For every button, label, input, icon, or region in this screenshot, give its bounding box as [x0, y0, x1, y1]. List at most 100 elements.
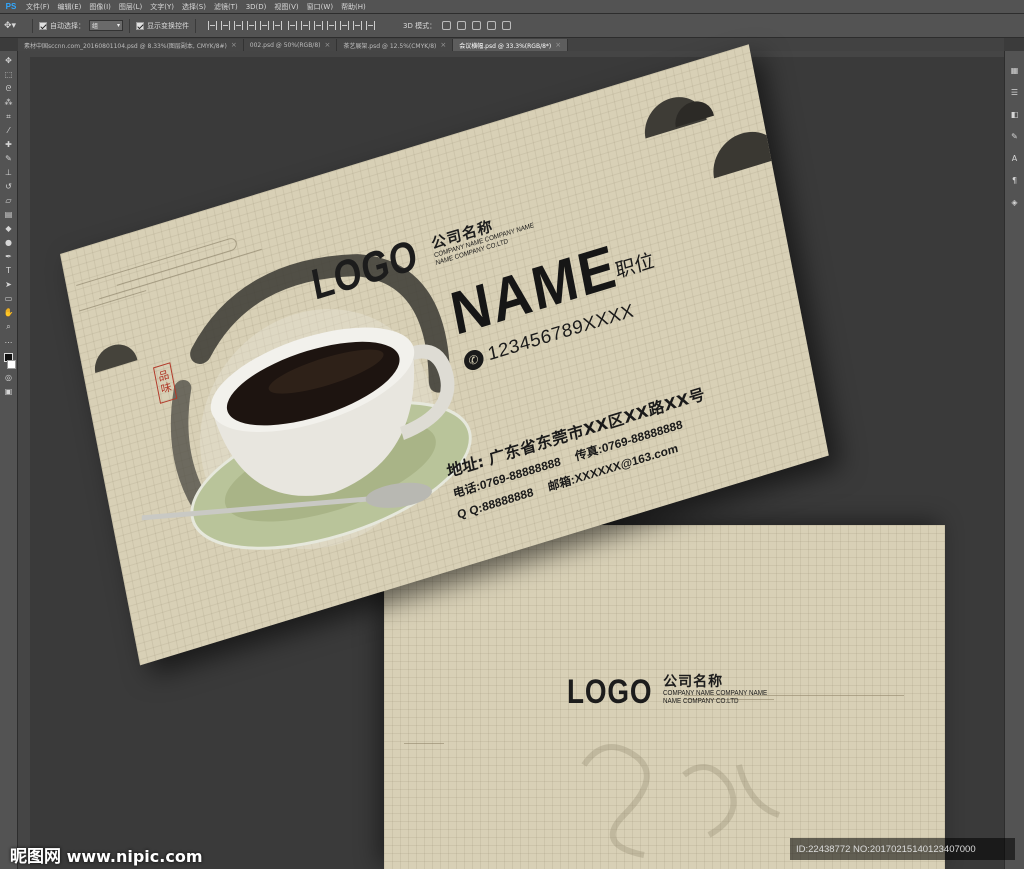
document-tab[interactable]: 素材中国sccnn.com_20160801104.psd @ 8.33%(图层…	[18, 39, 244, 51]
auto-select-dropdown[interactable]: 组 ▾	[89, 20, 123, 31]
company-info: 公司名称 COMPANY NAME COMPANY NAME NAME COMP…	[663, 674, 779, 707]
move-tool-icon[interactable]: ✥▾	[4, 21, 26, 31]
quick-mask-icon[interactable]: ◎	[3, 372, 14, 383]
distribute-top-icon[interactable]	[288, 21, 297, 30]
crop-tool-icon[interactable]: ⌗	[3, 111, 14, 122]
zoom-tool-icon[interactable]: ⌕	[3, 321, 14, 332]
show-transform-checkbox[interactable]	[136, 21, 144, 30]
auto-align-icon[interactable]	[366, 21, 375, 30]
hand-tool-icon[interactable]: ✋	[3, 307, 14, 318]
distribute-bottom-icon[interactable]	[314, 21, 323, 30]
3d-slide-icon[interactable]	[487, 21, 497, 30]
auto-select-label: 自动选择：	[50, 21, 85, 30]
close-icon[interactable]: ×	[440, 41, 446, 49]
image-id-label: ID:22438772 NO:20170215140123407000	[790, 838, 1015, 860]
distribute-hcenter-icon[interactable]	[340, 21, 349, 30]
decorative-line	[404, 743, 444, 744]
align-right-icon[interactable]	[273, 21, 282, 30]
align-left-icon[interactable]	[247, 21, 256, 30]
eyedropper-tool-icon[interactable]: ⁄	[3, 125, 14, 136]
auto-select-checkbox[interactable]	[39, 21, 47, 30]
marquee-tool-icon[interactable]: ⬚	[3, 69, 14, 80]
lasso-tool-icon[interactable]: ᘓ	[3, 83, 14, 94]
company-name-en-2: NAME COMPANY CO.LTD	[663, 698, 739, 706]
shape-tool-icon[interactable]: ▭	[3, 293, 14, 304]
options-bar: ✥▾ 自动选择： 组 ▾ 显示变换控件 3D 模式：	[0, 14, 1024, 38]
company-name-cn: 公司名称	[663, 674, 724, 690]
business-card-back: LOGO 公司名称 COMPANY NAME COMPANY NAME NAME…	[384, 525, 945, 869]
history-brush-tool-icon[interactable]: ↺	[3, 181, 14, 192]
close-icon[interactable]: ×	[555, 41, 561, 49]
screen-mode-icon[interactable]: ▣	[3, 386, 14, 397]
collapsed-panels: ▦ ☰ ◧ ✎ A ¶ ◈	[1004, 51, 1024, 869]
vertical-ruler	[18, 57, 30, 869]
menu-file[interactable]: 文件(F)	[22, 2, 54, 12]
align-top-icon[interactable]	[208, 21, 217, 30]
brush-panel-icon[interactable]: ✎	[1009, 131, 1020, 142]
3d-rotate-icon[interactable]	[442, 21, 452, 30]
menu-select[interactable]: 选择(S)	[178, 2, 210, 12]
adjustments-panel-icon[interactable]: ◧	[1009, 109, 1020, 120]
photoshop-app-icon[interactable]: PS	[0, 0, 22, 14]
distribute-vcenter-icon[interactable]	[301, 21, 310, 30]
close-icon[interactable]: ×	[231, 41, 237, 49]
distribute-left-icon[interactable]	[327, 21, 336, 30]
pen-tool-icon[interactable]: ✒	[3, 251, 14, 262]
menu-window[interactable]: 窗口(W)	[303, 2, 337, 12]
menu-layer[interactable]: 图层(L)	[115, 2, 146, 12]
chevron-down-icon: ▾	[116, 22, 120, 29]
photoshop-window: PS 文件(F) 编辑(E) 图像(I) 图层(L) 文字(Y) 选择(S) 滤…	[0, 0, 1024, 869]
menu-filter[interactable]: 滤镜(T)	[210, 2, 242, 12]
type-tool-icon[interactable]: T	[3, 265, 14, 276]
divider	[195, 18, 196, 33]
menu-help[interactable]: 帮助(H)	[337, 2, 370, 12]
menu-3d[interactable]: 3D(D)	[242, 3, 271, 11]
menu-edit[interactable]: 编辑(E)	[54, 2, 86, 12]
tab-label: 素材中国sccnn.com_20160801104.psd @ 8.33%(图层…	[24, 42, 227, 50]
document-tab[interactable]: 002.psd @ 50%(RGB/8) ×	[243, 39, 338, 51]
divider	[129, 18, 130, 33]
eraser-tool-icon[interactable]: ▱	[3, 195, 14, 206]
properties-panel-icon[interactable]: ☰	[1009, 87, 1020, 98]
3d-roll-icon[interactable]	[457, 21, 467, 30]
path-select-tool-icon[interactable]: ➤	[3, 279, 14, 290]
paragraph-panel-icon[interactable]: ¶	[1009, 175, 1020, 186]
document-tab-active[interactable]: 会议横幅.psd @ 33.3%(RGB/8*) ×	[453, 39, 569, 51]
background-color-swatch[interactable]	[7, 360, 16, 369]
menu-image[interactable]: 图像(I)	[85, 2, 115, 12]
company-name-en-1: COMPANY NAME COMPANY NAME	[663, 690, 768, 698]
3d-scale-icon[interactable]	[502, 21, 512, 30]
blur-tool-icon[interactable]: ◆	[3, 223, 14, 234]
gradient-tool-icon[interactable]: ▤	[3, 209, 14, 220]
site-logo: 昵图网	[10, 847, 61, 867]
distribute-right-icon[interactable]	[353, 21, 362, 30]
quick-select-tool-icon[interactable]: ⁂	[3, 97, 14, 108]
3d-mode-buttons	[442, 21, 512, 30]
clone-stamp-tool-icon[interactable]: ⊥	[3, 167, 14, 178]
ink-hill-left	[94, 344, 138, 373]
history-panel-icon[interactable]: ▦	[1009, 65, 1020, 76]
align-bottom-icon[interactable]	[234, 21, 243, 30]
document-tab[interactable]: 茶艺展架.psd @ 12.5%(CMYK/8) ×	[337, 39, 454, 51]
layers-panel-icon[interactable]: ◈	[1009, 197, 1020, 208]
tab-label: 002.psd @ 50%(RGB/8)	[249, 41, 321, 49]
move-tool-icon[interactable]: ✥	[3, 55, 14, 66]
close-icon[interactable]: ×	[325, 41, 331, 49]
distribute-buttons	[288, 21, 375, 30]
tab-label: 茶艺展架.psd @ 12.5%(CMYK/8)	[343, 42, 437, 50]
dodge-tool-icon[interactable]: ●	[3, 237, 14, 248]
healing-brush-tool-icon[interactable]: ✚	[3, 139, 14, 150]
brush-tool-icon[interactable]: ✎	[3, 153, 14, 164]
tools-panel: ✥ ⬚ ᘓ ⁂ ⌗ ⁄ ✚ ✎ ⊥ ↺ ▱ ▤ ◆ ● ✒ T ➤ ▭ ✋ ⌕ …	[0, 51, 18, 869]
document-tab-bar: 素材中国sccnn.com_20160801104.psd @ 8.33%(图层…	[18, 38, 1004, 51]
align-hcenter-icon[interactable]	[260, 21, 269, 30]
auto-select-value: 组	[92, 23, 99, 30]
site-url: www.nipic.com	[66, 847, 203, 866]
menu-view[interactable]: 视图(V)	[270, 2, 302, 12]
character-panel-icon[interactable]: A	[1009, 153, 1020, 164]
more-tools-icon[interactable]: …	[3, 335, 14, 346]
menu-type[interactable]: 文字(Y)	[146, 2, 178, 12]
align-buttons	[208, 21, 282, 30]
3d-pan-icon[interactable]	[472, 21, 482, 30]
align-vcenter-icon[interactable]	[221, 21, 230, 30]
